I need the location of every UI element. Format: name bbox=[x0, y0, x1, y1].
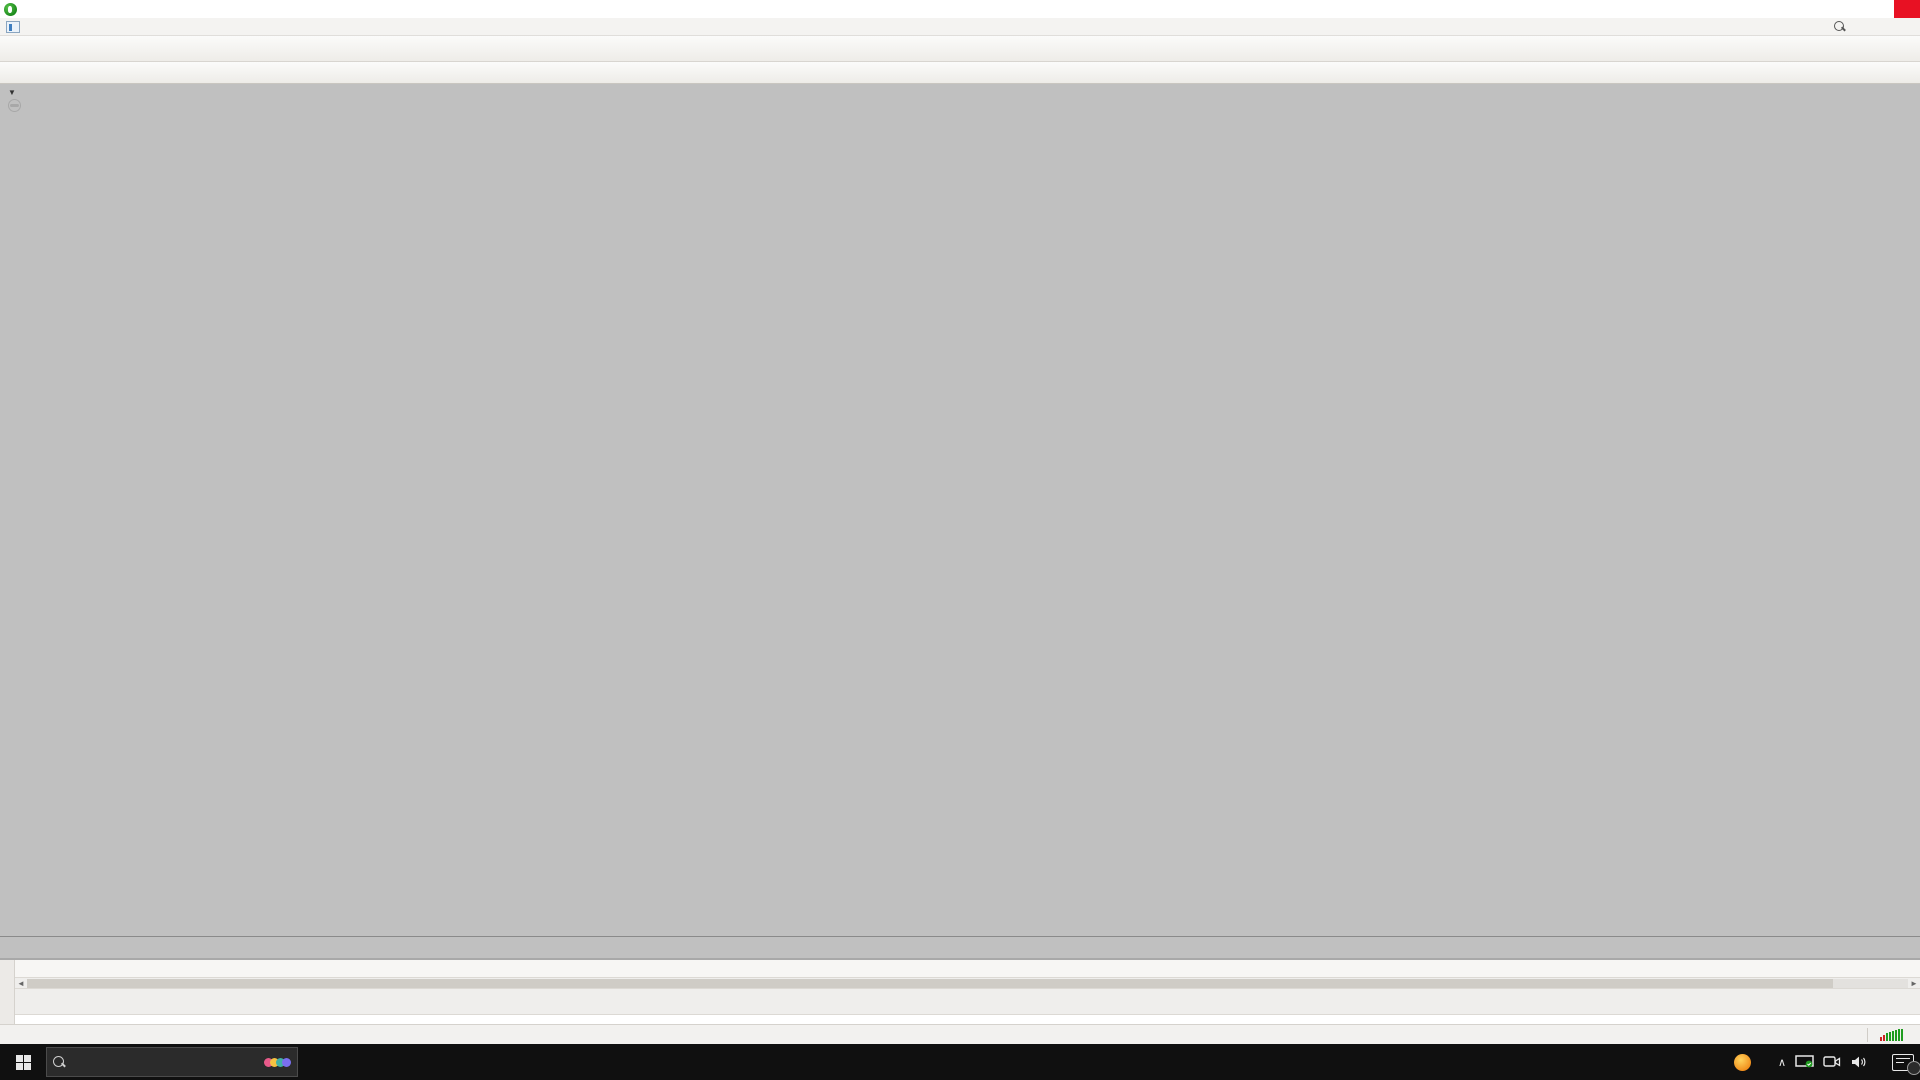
windows-taskbar: ∧ bbox=[0, 1044, 1920, 1080]
taskbar-search[interactable] bbox=[46, 1047, 298, 1077]
volume-icon[interactable] bbox=[1850, 1055, 1868, 1069]
news-banner bbox=[8, 99, 26, 112]
scroll-left-icon[interactable]: ◄ bbox=[15, 979, 27, 988]
orders-table-header bbox=[15, 960, 1920, 978]
tray-expand-icon[interactable]: ∧ bbox=[1778, 1056, 1786, 1069]
title-bar[interactable] bbox=[0, 0, 1920, 18]
display-settings-icon[interactable] bbox=[1795, 1055, 1814, 1070]
metatrader-window: ▼ ◄ ► bbox=[0, 0, 1920, 1080]
terminal-panel: ◄ ► bbox=[0, 958, 1920, 1024]
chart-area[interactable]: ▼ bbox=[0, 84, 1920, 958]
windows-logo-icon bbox=[16, 1055, 31, 1070]
start-button[interactable] bbox=[0, 1044, 46, 1080]
scroll-right-icon[interactable]: ► bbox=[1908, 979, 1920, 988]
terminal-hscrollbar[interactable]: ◄ ► bbox=[15, 978, 1920, 989]
price-chart[interactable] bbox=[0, 84, 1920, 958]
terminal-tabs bbox=[15, 989, 1920, 1014]
standard-toolbar bbox=[0, 36, 1920, 62]
orders-table-body bbox=[15, 1014, 1920, 1024]
status-bar bbox=[0, 1024, 1920, 1044]
chart-window-icon[interactable] bbox=[6, 21, 20, 33]
chevron-down-icon: ▼ bbox=[8, 88, 16, 97]
terminal-side-strip bbox=[0, 960, 15, 1024]
menu-bar bbox=[0, 18, 1920, 36]
connection-bars-icon bbox=[1880, 1029, 1903, 1041]
connection-status bbox=[1867, 1028, 1920, 1042]
minimize-button[interactable] bbox=[1842, 0, 1868, 18]
system-tray: ∧ bbox=[1734, 1054, 1920, 1071]
search-input[interactable] bbox=[74, 1055, 263, 1070]
metatrader-icon bbox=[4, 3, 17, 16]
meet-now-icon[interactable] bbox=[1823, 1055, 1841, 1069]
symbol-label[interactable]: ▼ bbox=[8, 86, 20, 98]
celebration-icon bbox=[267, 1058, 291, 1067]
scrollbar-thumb[interactable] bbox=[27, 979, 1833, 988]
time-axis[interactable] bbox=[0, 936, 1920, 958]
action-center-icon[interactable] bbox=[1892, 1054, 1914, 1071]
news-icon bbox=[8, 99, 21, 112]
maximize-button[interactable] bbox=[1868, 0, 1894, 18]
mdi-close-button[interactable] bbox=[1896, 19, 1916, 34]
close-button[interactable] bbox=[1894, 0, 1920, 18]
search-icon[interactable] bbox=[1834, 21, 1846, 33]
mdi-restore-button[interactable] bbox=[1876, 19, 1896, 34]
mdi-minimize-button[interactable] bbox=[1856, 19, 1876, 34]
search-icon bbox=[53, 1056, 66, 1069]
notification-badge bbox=[1907, 1061, 1920, 1075]
line-studies-toolbar bbox=[0, 62, 1920, 84]
weather-sun-icon[interactable] bbox=[1734, 1054, 1751, 1071]
